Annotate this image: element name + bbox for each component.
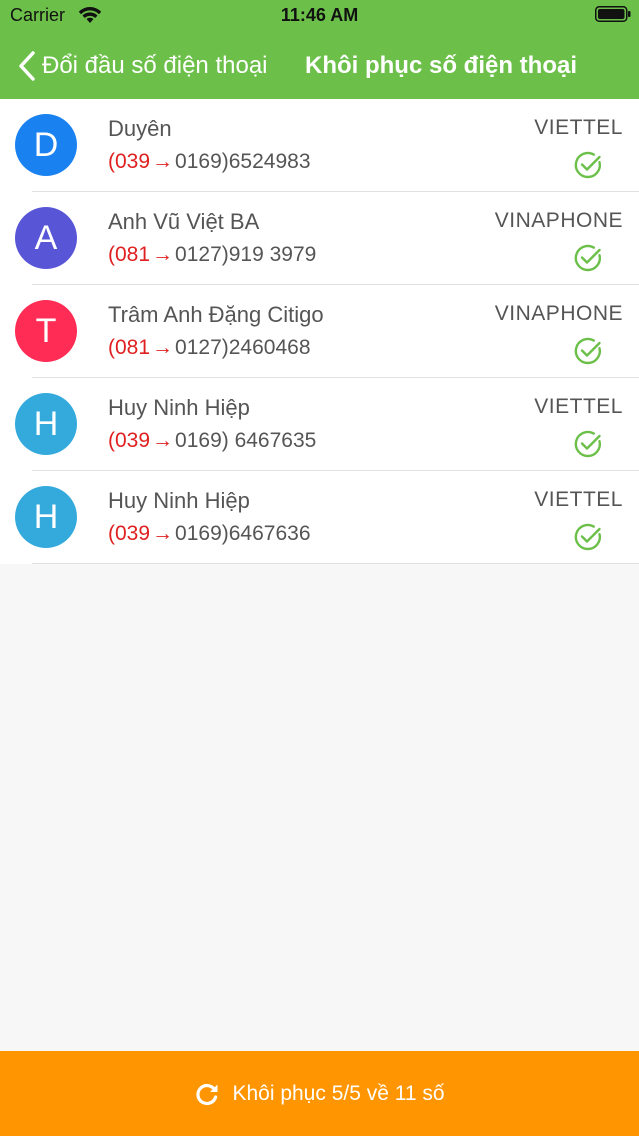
new-prefix: (039 — [108, 522, 151, 545]
avatar: A — [15, 207, 77, 269]
network-carrier: VIETTEL — [534, 116, 623, 139]
new-prefix: (039 — [108, 429, 151, 452]
contact-name: Trâm Anh Đặng Citigo — [108, 302, 324, 327]
old-number: 0169)6467636 — [175, 522, 311, 545]
check-circle-icon — [574, 151, 602, 179]
status-time: 11:46 AM — [280, 5, 359, 25]
list-item[interactable]: H Huy Ninh Hiệp (039→0169) 6467635 VIETT… — [0, 378, 639, 471]
phone-conversion: (039→0169)6467636 — [108, 522, 311, 546]
contact-list: D Duyên (039→0169)6524983 VIETTEL A Anh … — [0, 99, 639, 564]
network-carrier: VIETTEL — [534, 395, 623, 418]
old-number: 0127)919 3979 — [175, 243, 317, 266]
battery-icon — [595, 6, 631, 22]
avatar: H — [15, 393, 77, 455]
restore-button[interactable]: Khôi phục 5/5 về 11 số — [0, 1051, 639, 1136]
contact-name: Duyên — [108, 116, 172, 141]
contact-name: Anh Vũ Việt BA — [108, 209, 260, 234]
chevron-left-icon — [19, 51, 35, 81]
back-button[interactable]: Đổi đầu số điện thoại — [18, 48, 268, 84]
navigation-bar: Đổi đầu số điện thoại Khôi phục số điện … — [0, 40, 639, 92]
old-number: 0169)6524983 — [175, 150, 311, 173]
avatar: T — [15, 300, 77, 362]
status-bar: Carrier 11:46 AM — [0, 0, 639, 32]
arrow-right-icon: → — [152, 336, 174, 359]
avatar-initial: D — [33, 126, 59, 164]
phone-conversion: (039→0169)6524983 — [108, 150, 311, 174]
contact-name: Huy Ninh Hiệp — [108, 488, 250, 513]
top-bar: Carrier 11:46 AM Đổi đầu số điện thoại K… — [0, 0, 639, 99]
avatar: D — [15, 114, 77, 176]
avatar-initial: H — [33, 405, 59, 443]
check-circle-icon — [574, 337, 602, 365]
avatar-initial: T — [35, 312, 57, 350]
network-carrier: VINAPHONE — [494, 209, 623, 232]
phone-conversion: (081→0127)919 3979 — [108, 243, 316, 267]
arrow-right-icon: → — [152, 429, 174, 452]
new-prefix: (081 — [108, 336, 151, 359]
network-carrier: VINAPHONE — [494, 302, 623, 325]
restore-button-label: Khôi phục 5/5 về 11 số — [232, 1081, 445, 1105]
avatar-initial: A — [34, 219, 58, 257]
check-circle-icon — [574, 244, 602, 272]
list-item[interactable]: H Huy Ninh Hiệp (039→0169)6467636 VIETTE… — [0, 471, 639, 564]
new-prefix: (081 — [108, 243, 151, 266]
contact-name: Huy Ninh Hiệp — [108, 395, 250, 420]
avatar-initial: H — [33, 498, 59, 536]
list-item[interactable]: T Trâm Anh Đặng Citigo (081→0127)2460468… — [0, 285, 639, 378]
network-carrier: VIETTEL — [534, 488, 623, 511]
check-circle-icon — [574, 523, 602, 551]
phone-conversion: (039→0169) 6467635 — [108, 429, 316, 453]
old-number: 0127)2460468 — [175, 336, 311, 359]
phone-conversion: (081→0127)2460468 — [108, 336, 311, 360]
back-button-label: Đổi đầu số điện thoại — [42, 52, 268, 79]
avatar: H — [15, 486, 77, 548]
list-item[interactable]: D Duyên (039→0169)6524983 VIETTEL — [0, 99, 639, 192]
arrow-right-icon: → — [152, 243, 174, 266]
old-number: 0169) 6467635 — [175, 429, 317, 452]
refresh-icon — [196, 1083, 218, 1105]
arrow-right-icon: → — [152, 522, 174, 545]
check-circle-icon — [574, 430, 602, 458]
new-prefix: (039 — [108, 150, 151, 173]
list-item[interactable]: A Anh Vũ Việt BA (081→0127)919 3979 VINA… — [0, 192, 639, 285]
arrow-right-icon: → — [152, 150, 174, 173]
page-title: Khôi phục số điện thoại — [305, 52, 577, 79]
